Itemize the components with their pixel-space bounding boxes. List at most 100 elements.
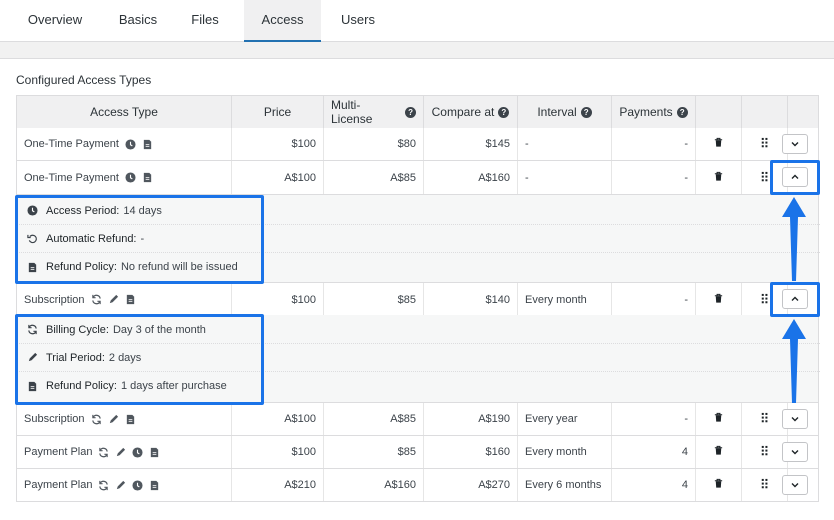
tab-users[interactable]: Users	[321, 0, 395, 42]
table-row: Subscription A$100 A$85 A$190 Every year…	[16, 403, 819, 436]
trash-icon	[713, 293, 724, 307]
detail-panel-one-time: Access Period: 14 days Automatic Refund:…	[16, 195, 820, 283]
cell-payments: -	[612, 128, 696, 160]
cell-access-type: Payment Plan	[17, 436, 232, 468]
delete-button[interactable]	[696, 128, 742, 160]
trash-icon	[713, 412, 724, 426]
tab-bar: Overview Basics Files Access Users	[0, 0, 834, 42]
help-icon[interactable]: ?	[405, 106, 416, 118]
header-delete	[696, 96, 742, 128]
refresh-icon	[91, 294, 102, 305]
cell-interval: -	[518, 161, 612, 194]
cell-payments: -	[612, 403, 696, 435]
expand-button[interactable]	[782, 475, 808, 495]
tab-overview[interactable]: Overview	[0, 0, 110, 42]
undo-icon	[27, 233, 38, 244]
multi-license-value: $85	[397, 293, 416, 306]
trash-icon	[713, 137, 724, 151]
detail-label: Automatic Refund:	[46, 232, 137, 245]
cell-price: $100	[232, 128, 324, 160]
chevron-down-icon	[790, 414, 800, 424]
pencil-icon	[27, 352, 38, 363]
delete-button[interactable]	[696, 436, 742, 468]
cell-interval: Every month	[518, 436, 612, 468]
document-icon	[27, 381, 38, 392]
detail-label: Billing Cycle:	[46, 323, 109, 336]
document-icon	[125, 414, 136, 425]
expand-button[interactable]	[782, 134, 808, 154]
detail-value: 14 days	[123, 204, 162, 217]
access-type-name: Subscription	[24, 413, 85, 425]
detail-row: Access Period: 14 days	[17, 197, 820, 225]
detail-value: -	[140, 232, 145, 245]
multi-license-value: A$85	[390, 171, 416, 184]
cell-interval: Every 6 months	[518, 469, 612, 501]
document-icon	[27, 262, 38, 273]
delete-button[interactable]	[696, 161, 742, 194]
cell-access-type: Subscription	[17, 403, 232, 435]
multi-license-value: A$85	[390, 413, 416, 425]
cell-compare-at: A$190	[424, 403, 518, 435]
collapse-button[interactable]	[782, 289, 808, 309]
payments-value: -	[684, 413, 688, 425]
detail-value: No refund will be issued	[120, 261, 238, 273]
expand-button[interactable]	[782, 409, 808, 429]
interval-value: -	[525, 138, 529, 150]
cell-payments: -	[612, 161, 696, 194]
pencil-icon	[108, 294, 119, 305]
price-value: $100	[291, 138, 316, 150]
interval-value: Every month	[525, 293, 587, 306]
pencil-icon	[108, 414, 119, 425]
compare-at-value: A$160	[478, 171, 510, 184]
compare-at-value: A$270	[478, 479, 510, 491]
collapse-button[interactable]	[782, 167, 808, 187]
access-type-name: One-Time Payment	[24, 138, 119, 150]
cell-payments: 4	[612, 469, 696, 501]
header-compare-at: Compare at?	[424, 96, 518, 128]
drag-icon	[759, 293, 770, 307]
table-row: Payment Plan $100 $85 $160 Every month 4	[16, 436, 819, 469]
table-row: One-Time Payment $100 $80 $145 - -	[16, 128, 819, 161]
expand-button[interactable]	[782, 442, 808, 462]
cell-multi-license: $85	[324, 436, 424, 468]
cell-interval: -	[518, 128, 612, 160]
interval-value: Every month	[525, 446, 587, 458]
pencil-icon	[115, 480, 126, 491]
header-access-type: Access Type	[17, 96, 232, 128]
detail-panel-subscription: Billing Cycle: Day 3 of the month Trial …	[16, 315, 820, 403]
detail-value: Day 3 of the month	[112, 323, 206, 336]
chevron-up-icon	[790, 172, 800, 182]
detail-row: Automatic Refund: -	[17, 225, 820, 253]
payments-value: -	[684, 171, 688, 184]
table-row: Payment Plan A$210 A$160 A$270 Every 6 m…	[16, 469, 819, 502]
detail-row: Refund Policy: 1 days after purchase	[17, 372, 820, 400]
header-multi-license: Multi-License?	[324, 96, 424, 128]
cell-price: $100	[232, 436, 324, 468]
compare-at-value: $140	[485, 293, 510, 306]
tab-files[interactable]: Files	[166, 0, 244, 42]
up-arrow-icon	[782, 319, 806, 403]
access-type-name: One-Time Payment	[24, 171, 119, 184]
detail-value: 1 days after purchase	[120, 380, 227, 392]
multi-license-value: $85	[397, 446, 416, 458]
tab-access[interactable]: Access	[244, 0, 321, 42]
cell-price: $100	[232, 283, 324, 316]
document-icon	[142, 172, 153, 183]
help-icon[interactable]: ?	[676, 106, 688, 118]
delete-button[interactable]	[696, 403, 742, 435]
cell-interval: Every month	[518, 283, 612, 316]
refresh-icon	[98, 447, 109, 458]
delete-button[interactable]	[696, 469, 742, 501]
detail-row: Refund Policy: No refund will be issued	[17, 253, 820, 281]
price-value: A$100	[284, 171, 316, 184]
tab-basics[interactable]: Basics	[110, 0, 166, 42]
help-icon[interactable]: ?	[498, 106, 510, 118]
refresh-icon	[27, 324, 38, 335]
trash-icon	[713, 445, 724, 459]
help-icon[interactable]: ?	[580, 106, 592, 118]
table-header: Access Type Price Multi-License? Compare…	[16, 95, 819, 129]
delete-button[interactable]	[696, 283, 742, 316]
payments-value: -	[684, 293, 688, 306]
cell-price: A$100	[232, 403, 324, 435]
cell-price: A$100	[232, 161, 324, 194]
